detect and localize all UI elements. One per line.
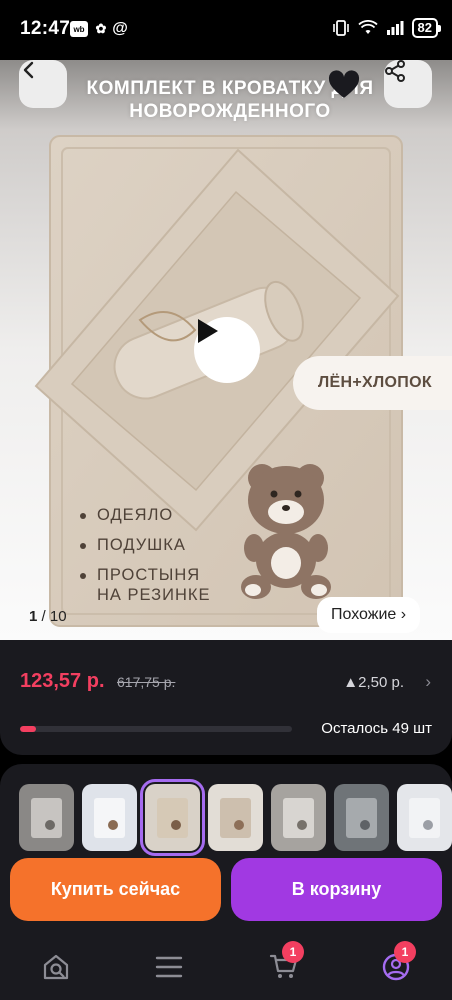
back-button[interactable] <box>19 60 67 108</box>
thumbnail-blanket <box>94 798 125 838</box>
thumbnail-blanket <box>157 798 188 838</box>
product-thumbnail[interactable] <box>208 784 263 851</box>
status-bar: 12:47 wb ✿ @ 82 <box>0 0 452 60</box>
feature-label: ОДЕЯЛО <box>97 506 174 524</box>
vibrate-icon <box>332 20 349 36</box>
buy-now-button[interactable]: Купить сейчас <box>10 858 221 921</box>
status-time: 12:47 <box>20 18 71 39</box>
thumbnail-blanket <box>409 798 440 838</box>
stock-progress-fill <box>20 726 37 732</box>
heart-icon <box>328 70 360 98</box>
thumbnail-blanket <box>283 798 314 838</box>
signal-icon <box>386 21 404 35</box>
bottom-navigation: 1 1 <box>0 930 452 1000</box>
favorite-button[interactable] <box>328 70 360 100</box>
image-index: 1 <box>29 608 38 625</box>
feature-item: ПОДУШКА <box>80 534 211 564</box>
product-features-list: ОДЕЯЛО ПОДУШКА ПРОСТЫНЯ НА РЕЗИНКЕ <box>80 504 211 604</box>
menu-icon <box>155 956 183 978</box>
feature-label-line2: НА РЕЗИНКЕ <box>97 586 211 604</box>
cart-badge: 1 <box>282 941 304 963</box>
profile-badge: 1 <box>394 941 416 963</box>
product-thumbnail[interactable] <box>271 784 326 851</box>
thumbnail-bear <box>108 820 118 830</box>
feature-label: ПОДУШКА <box>97 536 186 554</box>
price-card: 123,57 р. 617,75 р. ▲2,50 р. › Осталось … <box>0 640 452 755</box>
stock-progress-bar <box>20 726 292 732</box>
feature-item: ПРОСТЫНЯ НА РЕЗИНКЕ <box>80 564 211 604</box>
bonus-amount[interactable]: ▲2,50 р. <box>343 674 404 691</box>
product-thumbnail[interactable] <box>19 784 74 851</box>
thumbnail-blanket <box>220 798 251 838</box>
thumbnail-bear <box>360 820 370 830</box>
product-thumbnail[interactable] <box>334 784 389 851</box>
share-button[interactable] <box>384 60 432 108</box>
product-thumbnail[interactable] <box>82 784 137 851</box>
chevron-right-icon[interactable]: › <box>425 672 431 692</box>
image-total: / 10 <box>41 608 67 625</box>
old-price: 617,75 р. <box>117 674 176 690</box>
play-video-button[interactable] <box>194 317 260 383</box>
thumbnail-bear <box>423 820 433 830</box>
nav-profile[interactable]: 1 <box>376 941 416 984</box>
image-counter: 1 / 10 <box>29 608 67 625</box>
similar-button[interactable]: Похожие › <box>317 597 421 633</box>
thumbnail-bear <box>297 820 307 830</box>
share-icon <box>385 60 405 82</box>
material-tag: ЛЁН+ХЛОПОК <box>293 356 452 410</box>
thumbnail-bear <box>171 820 181 830</box>
stock-remaining: Осталось 49 шт <box>321 720 432 737</box>
wildberries-app-icon: wb <box>70 21 88 37</box>
at-app-icon: @ <box>112 20 128 37</box>
flower-app-icon: ✿ <box>95 21 107 36</box>
product-thumbnail[interactable] <box>140 779 205 856</box>
thumbnail-bear <box>45 820 55 830</box>
chevron-left-icon <box>23 61 34 79</box>
nav-home[interactable] <box>36 950 76 984</box>
nav-cart[interactable]: 1 <box>264 941 304 984</box>
nav-catalog[interactable] <box>149 950 189 984</box>
battery-indicator: 82 <box>411 18 442 38</box>
thumbnail-bear <box>234 820 244 830</box>
feature-label: ПРОСТЫНЯ <box>97 566 201 584</box>
current-price: 123,57 р. <box>20 670 105 692</box>
similar-label: Похожие › <box>331 606 407 623</box>
play-icon <box>198 319 218 343</box>
thumbnail-blanket <box>346 798 377 838</box>
wifi-icon <box>357 20 378 34</box>
feature-item: ОДЕЯЛО <box>80 504 211 534</box>
product-thumbnail[interactable] <box>397 784 452 851</box>
add-to-cart-button[interactable]: В корзину <box>231 858 442 921</box>
thumbnail-blanket <box>31 798 62 838</box>
status-indicators: 82 <box>332 18 442 38</box>
thumbnail-strip[interactable] <box>19 779 452 856</box>
home-search-icon <box>43 954 69 980</box>
product-image-gallery[interactable]: КОМПЛЕКТ В КРОВАТКУ ДЛЯ НОВОРОЖДЕННОГО Л… <box>0 60 452 640</box>
